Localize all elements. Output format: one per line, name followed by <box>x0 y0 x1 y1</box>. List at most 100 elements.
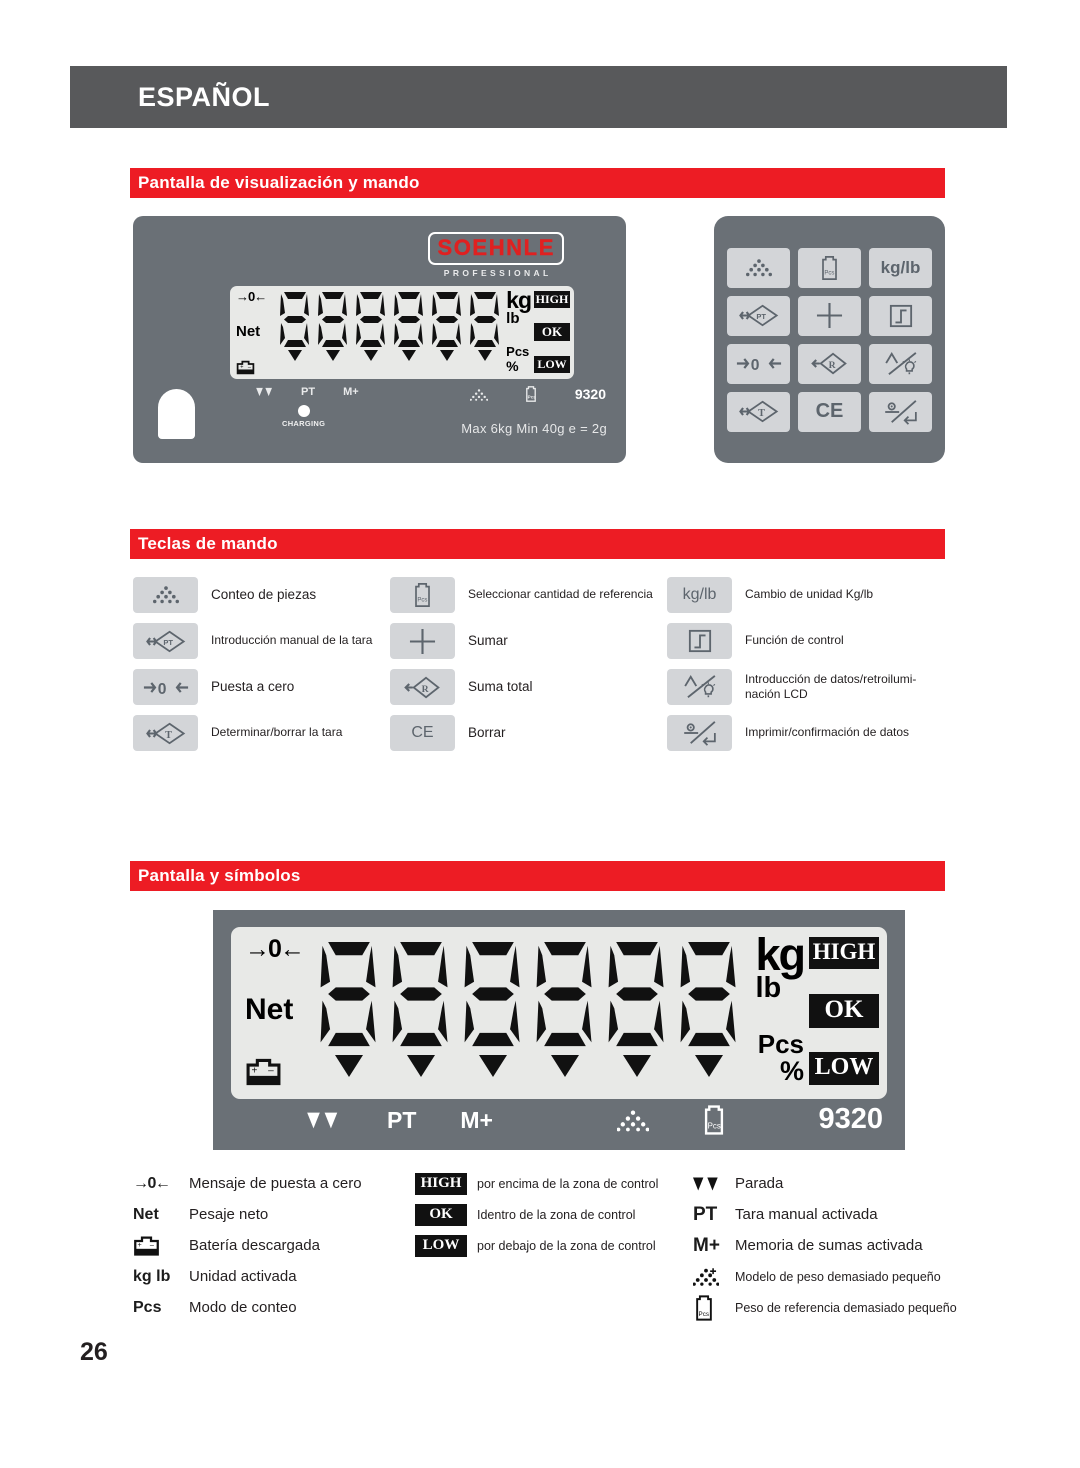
svg-text:Pcs: Pcs <box>699 1311 709 1318</box>
reference-quantity-key[interactable]: Pcs <box>798 247 861 288</box>
model-number: 9320 <box>818 1103 883 1135</box>
reference-quantity-key[interactable]: Pcs <box>390 577 455 613</box>
unit-pcs: Pcs <box>506 344 530 360</box>
badge-high: HIGH <box>415 1172 467 1195</box>
ce-label: CE <box>411 724 434 741</box>
lcd-display-large: →0← Net + – kg lb Pcs % HIGH OK LOW <box>231 927 887 1099</box>
legend-text: Modelo de peso demasiado pequeño <box>735 1269 941 1284</box>
badge-high: HIGH <box>534 291 570 308</box>
tare-key[interactable]: T <box>727 391 790 432</box>
legend-row: Net Pesaje neto <box>133 1199 415 1230</box>
control-key-label: Imprimir/confirmación de datos <box>745 725 910 740</box>
data-entry-backlight-key[interactable] <box>667 669 732 705</box>
section-bar-display-control: Pantalla de visualización y mando <box>130 168 945 198</box>
piece-counting-key[interactable] <box>133 577 198 613</box>
manual-tare-key[interactable]: PT <box>727 295 790 336</box>
legend-text: Memoria de sumas activada <box>735 1237 923 1254</box>
badge-ok: OK <box>534 323 570 341</box>
battery-icon: + – <box>236 360 255 375</box>
clear-key[interactable]: CE <box>798 391 861 432</box>
svg-text:T: T <box>758 408 765 419</box>
add-key[interactable] <box>390 623 455 659</box>
lcd-units: kg lb Pcs % <box>506 287 532 374</box>
control-key-label: Cambio de unidad Kg/lb <box>745 587 874 602</box>
flag-pt: PT <box>387 1107 417 1133</box>
svg-text:–: – <box>248 364 252 370</box>
unit-kg: kg <box>755 929 805 980</box>
lcd-digit <box>276 290 314 361</box>
zero-key[interactable]: 0 <box>133 669 198 705</box>
control-key-row: T Determinar/borrar la tara <box>133 710 390 756</box>
high-badge-symbol: HIGH <box>415 1172 477 1195</box>
flag-pt: PT <box>301 386 316 398</box>
total-sum-key[interactable]: R <box>798 343 861 384</box>
unit-switch-key[interactable]: kg/lb <box>869 247 932 288</box>
section-bar-display-symbols: Pantalla y símbolos <box>130 861 945 891</box>
lcd-digit <box>529 937 601 1077</box>
tare-key[interactable]: T <box>133 715 198 751</box>
lcd-large-left-indicators: →0← Net + – <box>245 937 319 1087</box>
legend-text: Tara manual activada <box>735 1206 878 1223</box>
unit-percent: % <box>506 358 519 374</box>
svg-text:0: 0 <box>157 680 166 696</box>
digit-pointer <box>407 1055 435 1077</box>
legend-text: Parada <box>735 1175 784 1192</box>
print-confirm-key[interactable] <box>667 715 732 751</box>
badge-ok: OK <box>809 993 879 1028</box>
svg-text:+: + <box>251 1066 257 1077</box>
symbols-legend: →0← Mensaje de puesta a cero Net Pesaje … <box>133 1168 963 1323</box>
low-badge-symbol: LOW <box>415 1234 477 1257</box>
control-key-row: Conteo de piezas <box>133 572 390 618</box>
control-function-key[interactable] <box>869 295 932 336</box>
plus-icon <box>816 302 843 329</box>
lcd-zone-badges: HIGH OK LOW <box>809 937 879 1085</box>
kg-lb-glyph: kg lb <box>133 1267 171 1285</box>
lcd-display-large-panel: →0← Net + – kg lb Pcs % HIGH OK LOW PT M… <box>213 910 905 1150</box>
data-entry-backlight-key[interactable] <box>869 343 932 384</box>
section-bar-control-keys: Teclas de mando <box>130 529 945 559</box>
badge-low: LOW <box>415 1234 467 1257</box>
unit-kg: kg <box>506 287 532 313</box>
print-confirm-key[interactable] <box>869 391 932 432</box>
piece-counting-key[interactable] <box>727 247 790 288</box>
piece-pattern-icon <box>617 1110 649 1132</box>
manual-tare-key[interactable]: PT <box>133 623 198 659</box>
svg-text:–: – <box>268 1066 274 1077</box>
pt-symbol: PT <box>693 1204 735 1226</box>
clear-key[interactable]: CE <box>390 715 455 751</box>
pcs-box-icon: Pcs <box>822 255 837 280</box>
lcd-digit <box>352 290 390 361</box>
add-key[interactable] <box>798 295 861 336</box>
capacity-text: Max 6kg Min 40g e = 2g <box>461 421 607 436</box>
pcs-glyph: Pcs <box>133 1298 162 1316</box>
control-key-row: CE Borrar <box>390 710 667 756</box>
digit-pointer <box>402 350 416 361</box>
control-key-row: Introducción de datos/retroilumi- nación… <box>667 664 948 710</box>
unit-switch-key[interactable]: kg/lb <box>667 577 732 613</box>
legend-column-3: Parada PT Tara manual activada M+ Memori… <box>693 1168 963 1323</box>
ce-label: CE <box>815 400 844 422</box>
battery-icon: + – <box>134 1235 159 1256</box>
mplus-symbol: M+ <box>693 1235 735 1257</box>
zero-key[interactable]: 0 <box>727 343 790 384</box>
step-box-icon <box>889 304 912 327</box>
legend-row: Pcs Modo de conteo <box>133 1292 415 1323</box>
badge-low: LOW <box>809 1052 879 1085</box>
svg-text:R: R <box>422 683 430 694</box>
zero-indicator: →0← <box>236 289 267 304</box>
t-diamond-icon: T <box>738 400 778 423</box>
control-function-key[interactable] <box>667 623 732 659</box>
piece-pattern-symbol <box>693 1267 735 1286</box>
control-key-label: Conteo de piezas <box>211 587 317 603</box>
lamp-slash-icon <box>884 351 916 375</box>
panel-cutout <box>158 389 195 439</box>
total-sum-key[interactable]: R <box>390 669 455 705</box>
stable-icon <box>693 1177 718 1190</box>
digit-pointer <box>288 350 302 361</box>
zero-indicator: →0← <box>245 935 305 963</box>
control-key-row: kg/lb Cambio de unidad Kg/lb <box>667 572 948 618</box>
brand-subtitle: PROFESSIONAL <box>443 268 552 278</box>
pt-diamond-icon: PT <box>738 304 778 327</box>
legend-text: Batería descargada <box>189 1237 320 1254</box>
legend-text: Modo de conteo <box>189 1299 297 1316</box>
